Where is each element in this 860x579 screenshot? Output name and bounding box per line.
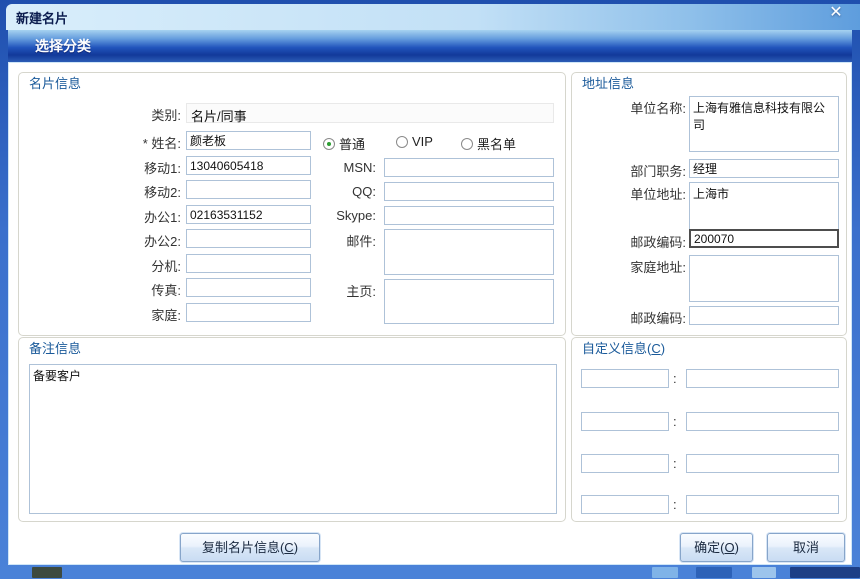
card-info-panel: 名片信息 类别: 名片/同事 * 姓名: 普通 VIP 黑名单 移动1: 移动2… <box>18 72 566 336</box>
radio-vip-icon <box>396 135 408 148</box>
notes-panel: 备注信息 备要客户 <box>18 337 566 522</box>
company-name-textarea[interactable]: 上海有雅信息科技有限公司 <box>689 96 839 152</box>
notes-textarea[interactable]: 备要客户 <box>29 364 557 514</box>
skype-input[interactable] <box>384 206 554 225</box>
home-address-label: 家庭地址: <box>630 260 686 275</box>
copy-card-info-button[interactable]: 复制名片信息(C) <box>180 533 320 562</box>
name-label: * 姓名: <box>142 136 181 151</box>
required-mark: * <box>142 136 148 151</box>
mobile2-input[interactable] <box>186 180 311 199</box>
extension-label: 分机: <box>151 259 181 274</box>
radio-blacklist[interactable]: 黑名单 <box>461 134 516 153</box>
custom-key-input-3[interactable] <box>581 454 669 473</box>
company-address-label: 单位地址: <box>630 187 686 202</box>
section-header-band: 选择分类 <box>8 30 852 62</box>
select-category-header: 选择分类 <box>35 38 91 54</box>
fax-label: 传真: <box>151 283 181 298</box>
custom-value-input-3[interactable] <box>686 454 839 473</box>
ok-button[interactable]: 确定(O) <box>680 533 753 562</box>
taskbar-fragment <box>790 567 860 578</box>
fax-input[interactable] <box>186 278 311 297</box>
company-address-textarea[interactable]: 上海市 <box>689 182 839 230</box>
custom-colon-1: : <box>673 371 677 386</box>
radio-normal-icon <box>323 137 335 150</box>
msn-label: MSN: <box>343 160 377 175</box>
card-info-legend: 名片信息 <box>29 76 82 91</box>
taskbar-fragment <box>752 567 776 578</box>
custom-value-input-2[interactable] <box>686 412 839 431</box>
company-name-label: 单位名称: <box>630 101 686 116</box>
extension-input[interactable] <box>186 254 311 273</box>
postcode-label: 邮政编码: <box>630 235 686 250</box>
background-window-strip <box>0 565 860 579</box>
home-input[interactable] <box>186 303 311 322</box>
office2-input[interactable] <box>186 229 311 248</box>
close-icon[interactable]: ✕ <box>824 3 848 23</box>
homepage-textarea[interactable] <box>384 279 554 324</box>
notes-legend: 备注信息 <box>29 341 82 356</box>
custom-key-input-2[interactable] <box>581 412 669 431</box>
address-info-panel: 地址信息 单位名称: 上海有雅信息科技有限公司 部门职务: 单位地址: 上海市 … <box>571 72 847 336</box>
dialog-content: 名片信息 类别: 名片/同事 * 姓名: 普通 VIP 黑名单 移动1: 移动2… <box>8 62 852 565</box>
category-field[interactable]: 名片/同事 <box>186 103 554 124</box>
custom-colon-4: : <box>673 497 677 512</box>
msn-input[interactable] <box>384 158 554 177</box>
custom-colon-3: : <box>673 456 677 471</box>
department-input[interactable] <box>689 159 839 178</box>
custom-info-legend: 自定义信息(C) <box>582 341 666 356</box>
home-address-textarea[interactable] <box>689 255 839 302</box>
office2-label: 办公2: <box>144 234 181 249</box>
custom-key-input-1[interactable] <box>581 369 669 388</box>
qq-input[interactable] <box>384 182 554 201</box>
radio-normal[interactable]: 普通 <box>323 134 365 153</box>
taskbar-fragment <box>696 567 732 578</box>
name-input[interactable] <box>186 131 311 150</box>
home-label: 家庭: <box>151 308 181 323</box>
postcode-input[interactable] <box>689 229 839 248</box>
custom-value-input-1[interactable] <box>686 369 839 388</box>
taskbar-fragment <box>652 567 678 578</box>
title-bar: 新建名片 <box>6 4 860 30</box>
cancel-button[interactable]: 取消 <box>767 533 845 562</box>
taskbar-fragment <box>32 567 62 578</box>
custom-colon-2: : <box>673 414 677 429</box>
home-postcode-label: 邮政编码: <box>630 311 686 326</box>
home-postcode-input[interactable] <box>689 306 839 325</box>
custom-key-input-4[interactable] <box>581 495 669 514</box>
homepage-label: 主页: <box>346 284 376 299</box>
category-label: 类别: <box>151 108 181 123</box>
custom-info-panel: 自定义信息(C) : : : : <box>571 337 847 522</box>
mobile1-input[interactable] <box>186 156 311 175</box>
qq-label: QQ: <box>352 184 376 199</box>
address-info-legend: 地址信息 <box>582 76 635 91</box>
custom-value-input-4[interactable] <box>686 495 839 514</box>
email-label: 邮件: <box>346 234 376 249</box>
mobile2-label: 移动2: <box>144 185 181 200</box>
department-label: 部门职务: <box>630 164 686 179</box>
skype-label: Skype: <box>336 208 376 223</box>
radio-blacklist-icon <box>461 137 473 150</box>
office1-label: 办公1: <box>144 210 181 225</box>
email-textarea[interactable] <box>384 229 554 275</box>
radio-vip[interactable]: VIP <box>396 134 433 149</box>
mobile1-label: 移动1: <box>144 161 181 176</box>
window-title: 新建名片 <box>16 10 69 26</box>
office1-input[interactable] <box>186 205 311 224</box>
